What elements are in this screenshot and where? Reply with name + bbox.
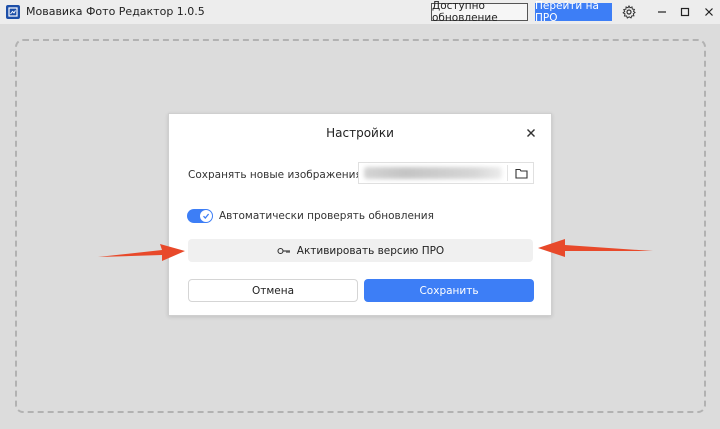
settings-dialog: Настройки Сохранять новые изображения в … — [168, 113, 552, 316]
maximize-icon[interactable] — [677, 4, 693, 20]
key-icon — [277, 247, 291, 255]
folder-icon[interactable] — [510, 164, 532, 182]
update-available-button[interactable]: Доступно обновление — [431, 0, 528, 24]
dialog-close-icon[interactable] — [524, 126, 538, 140]
auto-update-label: Автоматически проверять обновления — [219, 210, 434, 222]
gear-icon[interactable] — [621, 4, 637, 20]
auto-update-toggle[interactable] — [187, 209, 213, 223]
save-folder-path-field[interactable] — [358, 162, 534, 184]
save-button[interactable]: Сохранить — [364, 279, 534, 302]
activate-pro-label: Активировать версию ПРО — [296, 244, 445, 257]
blurred-path-text — [364, 167, 502, 179]
minimize-icon[interactable] — [654, 4, 670, 20]
go-pro-button[interactable]: Перейти на ПРО — [535, 0, 612, 24]
window-title: Мовавика Фото Редактор 1.0.5 — [26, 5, 205, 18]
activate-pro-button[interactable]: Активировать версию ПРО — [188, 239, 533, 262]
app-logo-icon — [6, 5, 20, 19]
right-arrow-icon — [538, 239, 653, 257]
dialog-title: Настройки — [326, 126, 394, 140]
close-icon[interactable] — [701, 4, 717, 20]
left-arrow-icon — [98, 244, 185, 261]
cancel-button[interactable]: Отмена — [188, 279, 358, 302]
path-field-divider — [507, 165, 508, 181]
check-icon — [200, 210, 212, 222]
title-bar: Мовавика Фото Редактор 1.0.5 Доступно об… — [0, 0, 720, 24]
